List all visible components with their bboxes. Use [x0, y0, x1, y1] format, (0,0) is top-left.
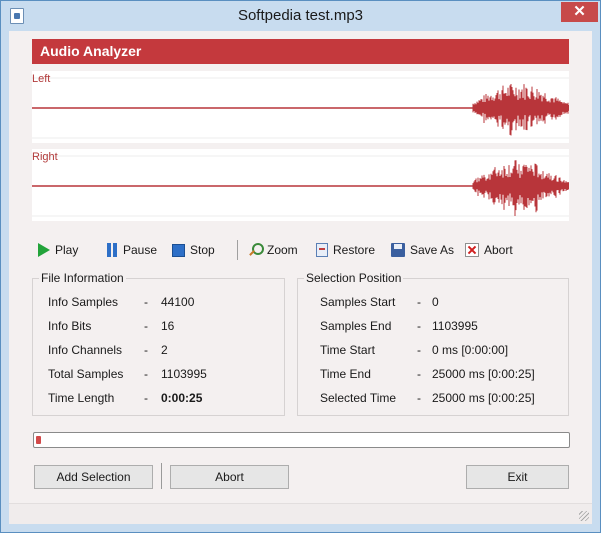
status-bar — [9, 503, 592, 524]
button-separator — [161, 463, 162, 489]
selection-value: 25000 ms [0:00:25] — [432, 367, 535, 381]
stop-button[interactable]: Stop — [172, 241, 215, 259]
file-info-row: Time Length -0:00:25 — [33, 391, 284, 407]
file-info-value: 16 — [161, 319, 175, 333]
exit-button[interactable]: Exit — [466, 465, 569, 489]
file-info-value: 0:00:25 — [161, 391, 203, 405]
selection-row: Samples Start -0 — [298, 295, 568, 311]
panel-title: Audio Analyzer — [32, 39, 569, 64]
progress-fill — [36, 436, 42, 444]
file-info-row: Total Samples -1103995 — [33, 367, 284, 383]
title-bar: Softpedia test.mp3 ✕ — [1, 1, 600, 31]
left-waveform-graphic — [32, 77, 569, 139]
zoom-icon — [248, 243, 264, 257]
file-info-separator: - — [144, 319, 148, 333]
file-info-row: Info Bits -16 — [33, 319, 284, 335]
file-info-row: Info Channels -2 — [33, 343, 284, 359]
left-channel-label: Left — [32, 73, 51, 85]
selection-label: Time Start — [320, 343, 375, 357]
app-window: Softpedia test.mp3 ✕ Audio Analyzer Left… — [0, 0, 601, 533]
toolbar-separator — [237, 240, 238, 260]
pause-button[interactable]: Pause — [106, 241, 157, 259]
abort-toolbar-label: Abort — [484, 243, 513, 257]
close-button[interactable]: ✕ — [561, 2, 598, 22]
restore-icon — [316, 243, 328, 257]
play-button[interactable]: Play — [38, 241, 78, 259]
pause-label: Pause — [123, 243, 158, 257]
floppy-disk-icon — [391, 243, 405, 257]
selection-separator: - — [417, 343, 421, 357]
file-info-row: Info Samples -44100 — [33, 295, 284, 311]
right-waveform-graphic — [32, 155, 569, 217]
abort-button[interactable]: Abort — [170, 465, 289, 489]
selection-separator: - — [417, 367, 421, 381]
selection-position-title: Selection Position — [304, 271, 404, 285]
selection-separator: - — [417, 391, 421, 405]
save-as-button[interactable]: Save As — [391, 241, 454, 259]
file-information-group: File Information Info Samples -44100 Info … — [32, 271, 285, 416]
file-info-label: Info Channels — [48, 343, 123, 357]
client-area: Audio Analyzer Left Right Play Pause Sto… — [9, 31, 592, 524]
abort-icon — [465, 243, 479, 257]
selection-label: Selected Time — [320, 391, 397, 405]
right-channel-waveform[interactable]: Right — [32, 149, 569, 221]
restore-label: Restore — [333, 243, 376, 257]
selection-position-group: Selection Position Samples Start -0 Sample… — [297, 271, 569, 416]
stop-icon — [172, 243, 185, 257]
file-info-separator: - — [144, 367, 148, 381]
file-info-separator: - — [144, 343, 148, 357]
selection-value: 25000 ms [0:00:25] — [432, 391, 535, 405]
window-title: Softpedia test.mp3 — [237, 7, 364, 24]
zoom-label: Zoom — [267, 243, 298, 257]
selection-row: Samples End -1103995 — [298, 319, 568, 335]
restore-button[interactable]: Restore — [316, 241, 375, 259]
file-info-label: Info Samples — [48, 295, 119, 309]
file-info-label: Info Bits — [48, 319, 92, 333]
selection-value: 0 ms [0:00:00] — [432, 343, 509, 357]
selection-row: Time End -25000 ms [0:00:25] — [298, 367, 568, 383]
selection-value: 0 — [432, 295, 439, 309]
file-info-value: 44100 — [161, 295, 195, 309]
save-as-label: Save As — [410, 243, 455, 257]
file-info-separator: - — [144, 295, 148, 309]
right-channel-label: Right — [32, 151, 58, 163]
file-info-value: 1103995 — [161, 367, 207, 381]
pause-icon — [106, 243, 118, 257]
play-label: Play — [55, 243, 79, 257]
file-info-label: Total Samples — [48, 367, 124, 381]
file-info-value: 2 — [161, 343, 168, 357]
left-channel-waveform[interactable]: Left — [32, 71, 569, 143]
selection-row: Selected Time -25000 ms [0:00:25] — [298, 391, 568, 407]
zoom-button[interactable]: Zoom — [248, 241, 298, 259]
selection-label: Samples Start — [320, 295, 396, 309]
stop-label: Stop — [190, 243, 215, 257]
add-selection-button[interactable]: Add Selection — [34, 465, 153, 489]
progress-bar — [33, 432, 570, 448]
play-icon — [38, 243, 50, 257]
selection-separator: - — [417, 295, 421, 309]
selection-separator: - — [417, 319, 421, 333]
selection-label: Samples End — [320, 319, 392, 333]
resize-grip-icon[interactable] — [579, 511, 589, 521]
abort-toolbar-button[interactable]: Abort — [465, 241, 513, 259]
file-info-label: Time Length — [48, 391, 115, 405]
file-info-separator: - — [144, 391, 148, 405]
playback-toolbar: Play Pause Stop Zoom Restore Save As Abo… — [32, 236, 569, 264]
selection-row: Time Start -0 ms [0:00:00] — [298, 343, 568, 359]
selection-value: 1103995 — [432, 319, 478, 333]
selection-label: Time End — [320, 367, 371, 381]
file-information-title: File Information — [39, 271, 126, 285]
